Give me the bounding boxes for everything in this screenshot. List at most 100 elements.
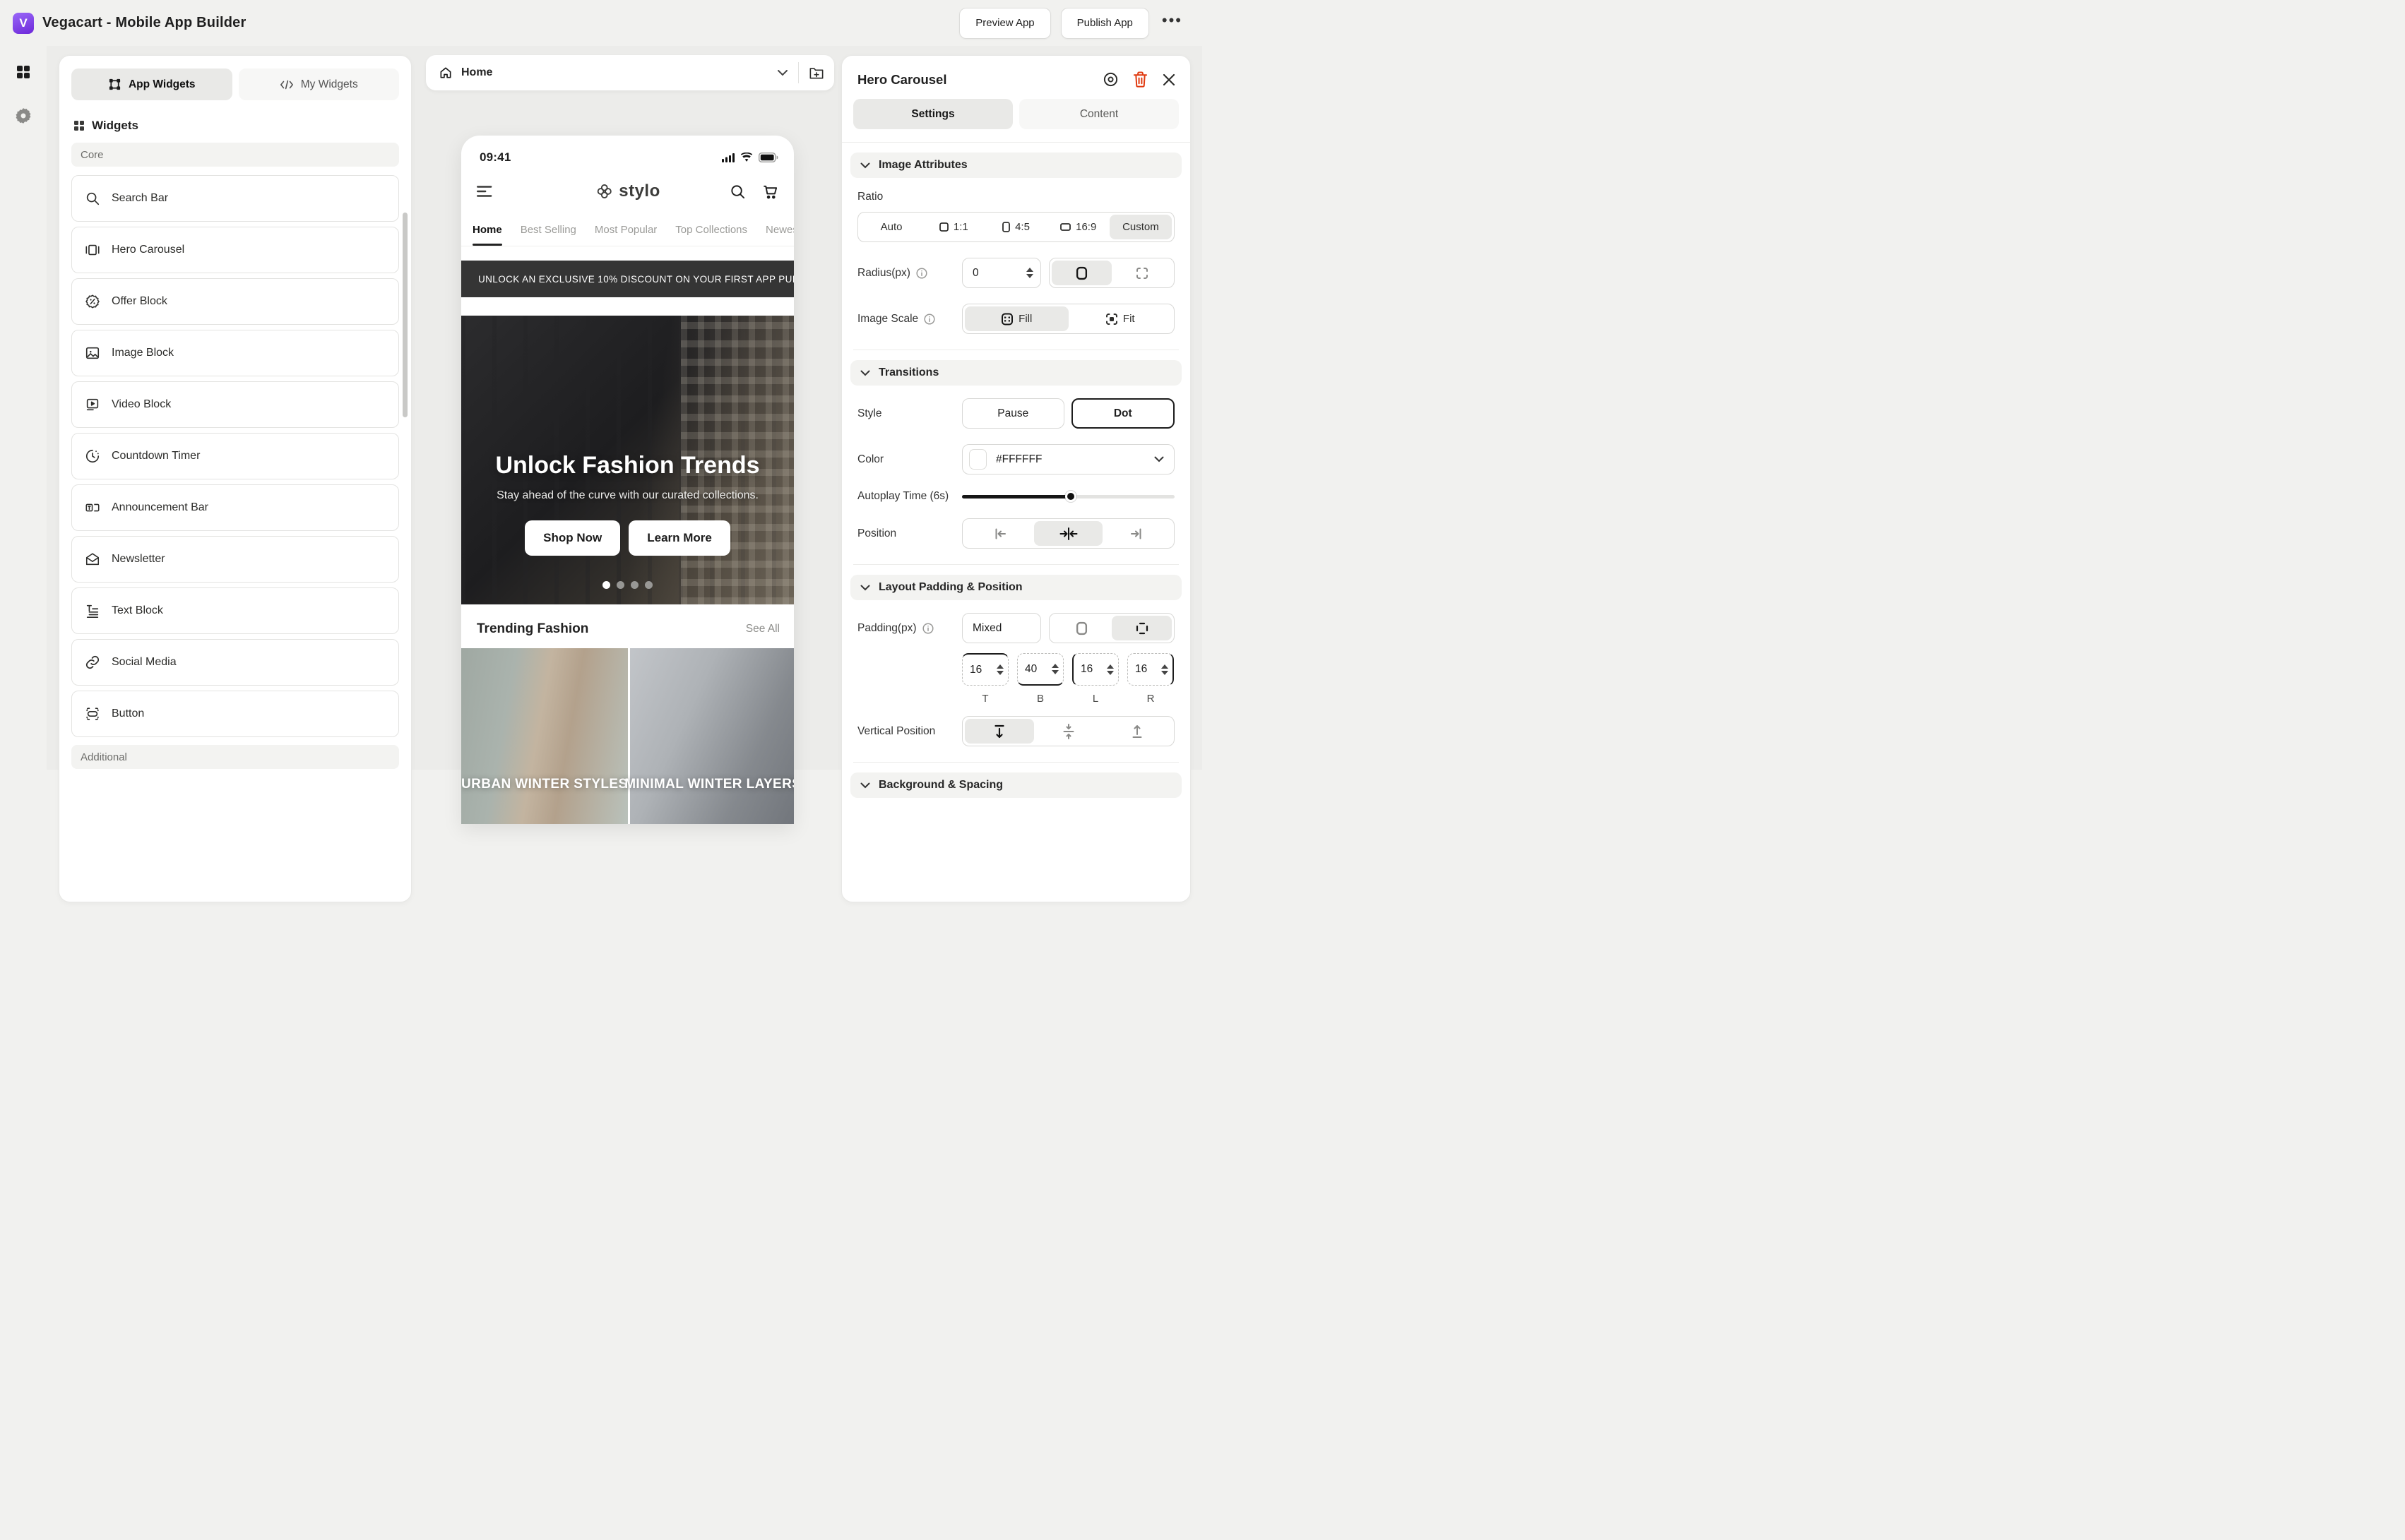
padding-uniform-icon[interactable]: [1052, 616, 1112, 640]
close-icon[interactable]: [1162, 73, 1176, 87]
settings-rail-icon[interactable]: [0, 100, 47, 132]
ratio-label: Ratio: [857, 191, 883, 203]
widget-image-block[interactable]: Image Block: [71, 330, 399, 376]
ratio-1-1[interactable]: 1:1: [922, 215, 985, 239]
widget-hero-carousel[interactable]: Hero Carousel: [71, 227, 399, 273]
vertical-top-icon[interactable]: [965, 719, 1034, 744]
ratio-4-5[interactable]: 4:5: [985, 215, 1047, 239]
ratio-custom[interactable]: Custom: [1110, 215, 1172, 239]
frame-select-icon: [108, 78, 121, 91]
battery-icon: [759, 153, 778, 162]
image-scale-toggle: Fill Fit: [962, 304, 1175, 334]
tile-urban-winter[interactable]: URBAN WINTER STYLES: [461, 648, 628, 824]
learn-more-button[interactable]: Learn More: [629, 520, 730, 556]
position-center-icon[interactable]: [1034, 521, 1103, 546]
padding-mode-value: Mixed: [973, 622, 1002, 635]
radius-input[interactable]: 0: [962, 258, 1041, 288]
slider-thumb[interactable]: [1065, 491, 1076, 502]
widget-button[interactable]: Button: [71, 691, 399, 737]
tab-app-widgets-label: App Widgets: [129, 78, 196, 91]
padding-right-value: 16: [1135, 663, 1147, 676]
chevron-down-icon[interactable]: [777, 69, 788, 76]
padding-left-input[interactable]: 16: [1072, 653, 1119, 686]
tab-home[interactable]: Home: [473, 213, 502, 246]
section-image-attributes[interactable]: Image Attributes: [850, 153, 1182, 178]
section-transitions[interactable]: Transitions: [850, 360, 1182, 386]
tab-newest[interactable]: Newest: [766, 213, 794, 246]
scale-fill-option[interactable]: Fill: [965, 306, 1069, 331]
tab-top-collections[interactable]: Top Collections: [675, 213, 747, 246]
info-icon[interactable]: [916, 268, 927, 279]
image-scale-label-text: Image Scale: [857, 313, 918, 326]
color-picker[interactable]: #FFFFFF: [962, 444, 1175, 474]
padding-mode-input[interactable]: Mixed: [962, 613, 1041, 643]
widget-label: Search Bar: [112, 192, 168, 205]
style-pause-button[interactable]: Pause: [962, 398, 1064, 429]
vertical-center-icon[interactable]: [1034, 719, 1103, 744]
shop-now-button[interactable]: Shop Now: [525, 520, 620, 556]
padding-bottom-input[interactable]: 40: [1017, 653, 1064, 686]
position-left-icon[interactable]: [965, 521, 1034, 546]
padding-top-value: 16: [970, 664, 982, 676]
info-icon[interactable]: [922, 623, 934, 634]
see-all-link[interactable]: See All: [746, 623, 780, 635]
info-icon[interactable]: [924, 314, 935, 325]
style-dot-button[interactable]: Dot: [1071, 398, 1175, 429]
hamburger-menu-icon[interactable]: [477, 186, 492, 197]
stepper-arrows[interactable]: [1026, 268, 1033, 278]
widget-text-block[interactable]: Text Block: [71, 587, 399, 634]
add-page-icon[interactable]: [809, 66, 824, 80]
radius-individual-corners-icon[interactable]: [1112, 261, 1172, 285]
padding-right-input[interactable]: 16: [1127, 653, 1174, 686]
slider-fill: [962, 495, 1071, 499]
tab-settings[interactable]: Settings: [853, 99, 1013, 129]
widget-list-scrollbar[interactable]: [403, 213, 408, 417]
tab-app-widgets[interactable]: App Widgets: [71, 68, 232, 100]
hero-title: Unlock Fashion Trends: [495, 452, 759, 479]
ratio-auto[interactable]: Auto: [860, 215, 922, 239]
padding-right-label: R: [1127, 693, 1174, 705]
widget-countdown-timer[interactable]: Countdown Timer: [71, 433, 399, 479]
dot[interactable]: [631, 581, 639, 589]
section-label: Background & Spacing: [879, 779, 1003, 792]
scale-fit-option[interactable]: Fit: [1069, 306, 1172, 331]
tab-my-widgets[interactable]: My Widgets: [239, 68, 400, 100]
page-selector[interactable]: Home: [426, 55, 834, 90]
tab-best-selling[interactable]: Best Selling: [521, 213, 576, 246]
dot[interactable]: [645, 581, 653, 589]
carousel-dots[interactable]: [602, 581, 653, 589]
section-background-spacing[interactable]: Background & Spacing: [850, 772, 1182, 798]
preview-app-button[interactable]: Preview App: [959, 8, 1050, 39]
visibility-icon[interactable]: [1103, 71, 1119, 88]
tab-content[interactable]: Content: [1019, 99, 1179, 129]
widget-video-block[interactable]: Video Block: [71, 381, 399, 428]
autoplay-slider[interactable]: [962, 491, 1175, 502]
dot[interactable]: [617, 581, 624, 589]
ratio-16-9[interactable]: 16:9: [1047, 215, 1110, 239]
more-menu-icon[interactable]: •••: [1159, 11, 1189, 35]
padding-bottom-field: 40 B: [1017, 653, 1064, 705]
vertical-bottom-icon[interactable]: [1103, 719, 1172, 744]
widget-offer-block[interactable]: Offer Block: [71, 278, 399, 325]
widget-social-media[interactable]: Social Media: [71, 639, 399, 686]
divider: [798, 62, 799, 83]
position-right-icon[interactable]: [1103, 521, 1172, 546]
publish-app-button[interactable]: Publish App: [1061, 8, 1149, 39]
widget-announcement-bar[interactable]: Announcement Bar: [71, 484, 399, 531]
padding-individual-icon[interactable]: [1112, 616, 1172, 640]
widgets-panel: App Widgets My Widgets Widgets Core Sear…: [59, 55, 412, 902]
style-label: Style: [857, 407, 962, 420]
phone-search-icon[interactable]: [730, 184, 746, 200]
widgets-rail-icon[interactable]: [0, 56, 47, 88]
section-layout-padding[interactable]: Layout Padding & Position: [850, 575, 1182, 600]
padding-top-input[interactable]: 16: [962, 653, 1009, 686]
widget-newsletter[interactable]: Newsletter: [71, 536, 399, 583]
dot-active[interactable]: [602, 581, 610, 589]
radius-all-corners-icon[interactable]: [1052, 261, 1112, 285]
tile-minimal-winter[interactable]: MINIMAL WINTER LAYERS: [630, 648, 795, 824]
delete-icon[interactable]: [1133, 71, 1148, 88]
cart-icon[interactable]: [761, 184, 778, 200]
hero-carousel-widget[interactable]: Unlock Fashion Trends Stay ahead of the …: [461, 316, 794, 604]
widget-search-bar[interactable]: Search Bar: [71, 175, 399, 222]
tab-most-popular[interactable]: Most Popular: [595, 213, 657, 246]
